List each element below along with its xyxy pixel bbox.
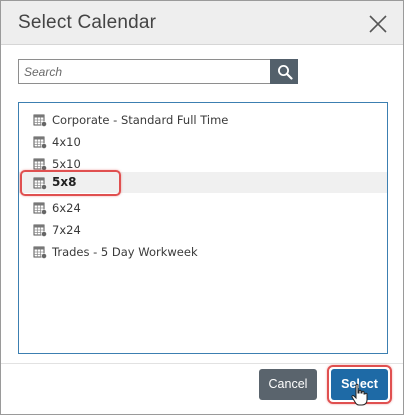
calendar-grid-icon (33, 176, 47, 190)
select-button[interactable]: Select (331, 369, 388, 400)
close-icon (369, 15, 387, 33)
calendar-item-label: 5x10 (52, 157, 81, 171)
calendar-item-label: 4x10 (52, 135, 81, 149)
dialog-title: Select Calendar (18, 12, 157, 33)
calendar-item-label: Corporate - Standard Full Time (52, 113, 229, 127)
calendar-grid-icon (33, 223, 47, 237)
search-box (18, 59, 298, 84)
cancel-button[interactable]: Cancel (259, 369, 317, 400)
calendar-list-item[interactable]: 6x24 (19, 197, 387, 219)
calendar-item-label: 6x24 (52, 201, 81, 215)
calendar-list-item[interactable]: 7x24 (19, 219, 387, 241)
search-button[interactable] (270, 59, 298, 84)
search-icon (278, 65, 293, 80)
calendar-grid-icon (33, 113, 47, 127)
calendar-list-item[interactable]: Trades - 5 Day Workweek (19, 241, 387, 263)
calendar-item-label: 7x24 (52, 223, 81, 237)
search-input[interactable] (18, 59, 271, 84)
calendar-list-item[interactable]: Corporate - Standard Full Time (19, 109, 387, 131)
calendar-list: Corporate - Standard Full Time 4x10 5x10 5x… (18, 102, 388, 354)
calendar-grid-icon (33, 245, 47, 259)
calendar-grid-icon (33, 135, 47, 149)
calendar-item-label: Trades - 5 Day Workweek (52, 245, 198, 259)
calendar-item-label: 5x8 (52, 175, 77, 189)
select-calendar-dialog: Select Calendar Corporate - Standard Ful… (0, 0, 404, 415)
calendar-list-item[interactable]: 5x8 (19, 172, 387, 193)
calendar-grid-icon (33, 201, 47, 215)
footer-divider (1, 363, 403, 364)
close-button[interactable] (367, 13, 389, 35)
dialog-titlebar: Select Calendar (1, 1, 403, 45)
calendar-list-item[interactable]: 4x10 (19, 131, 387, 153)
calendar-grid-icon (33, 157, 47, 171)
